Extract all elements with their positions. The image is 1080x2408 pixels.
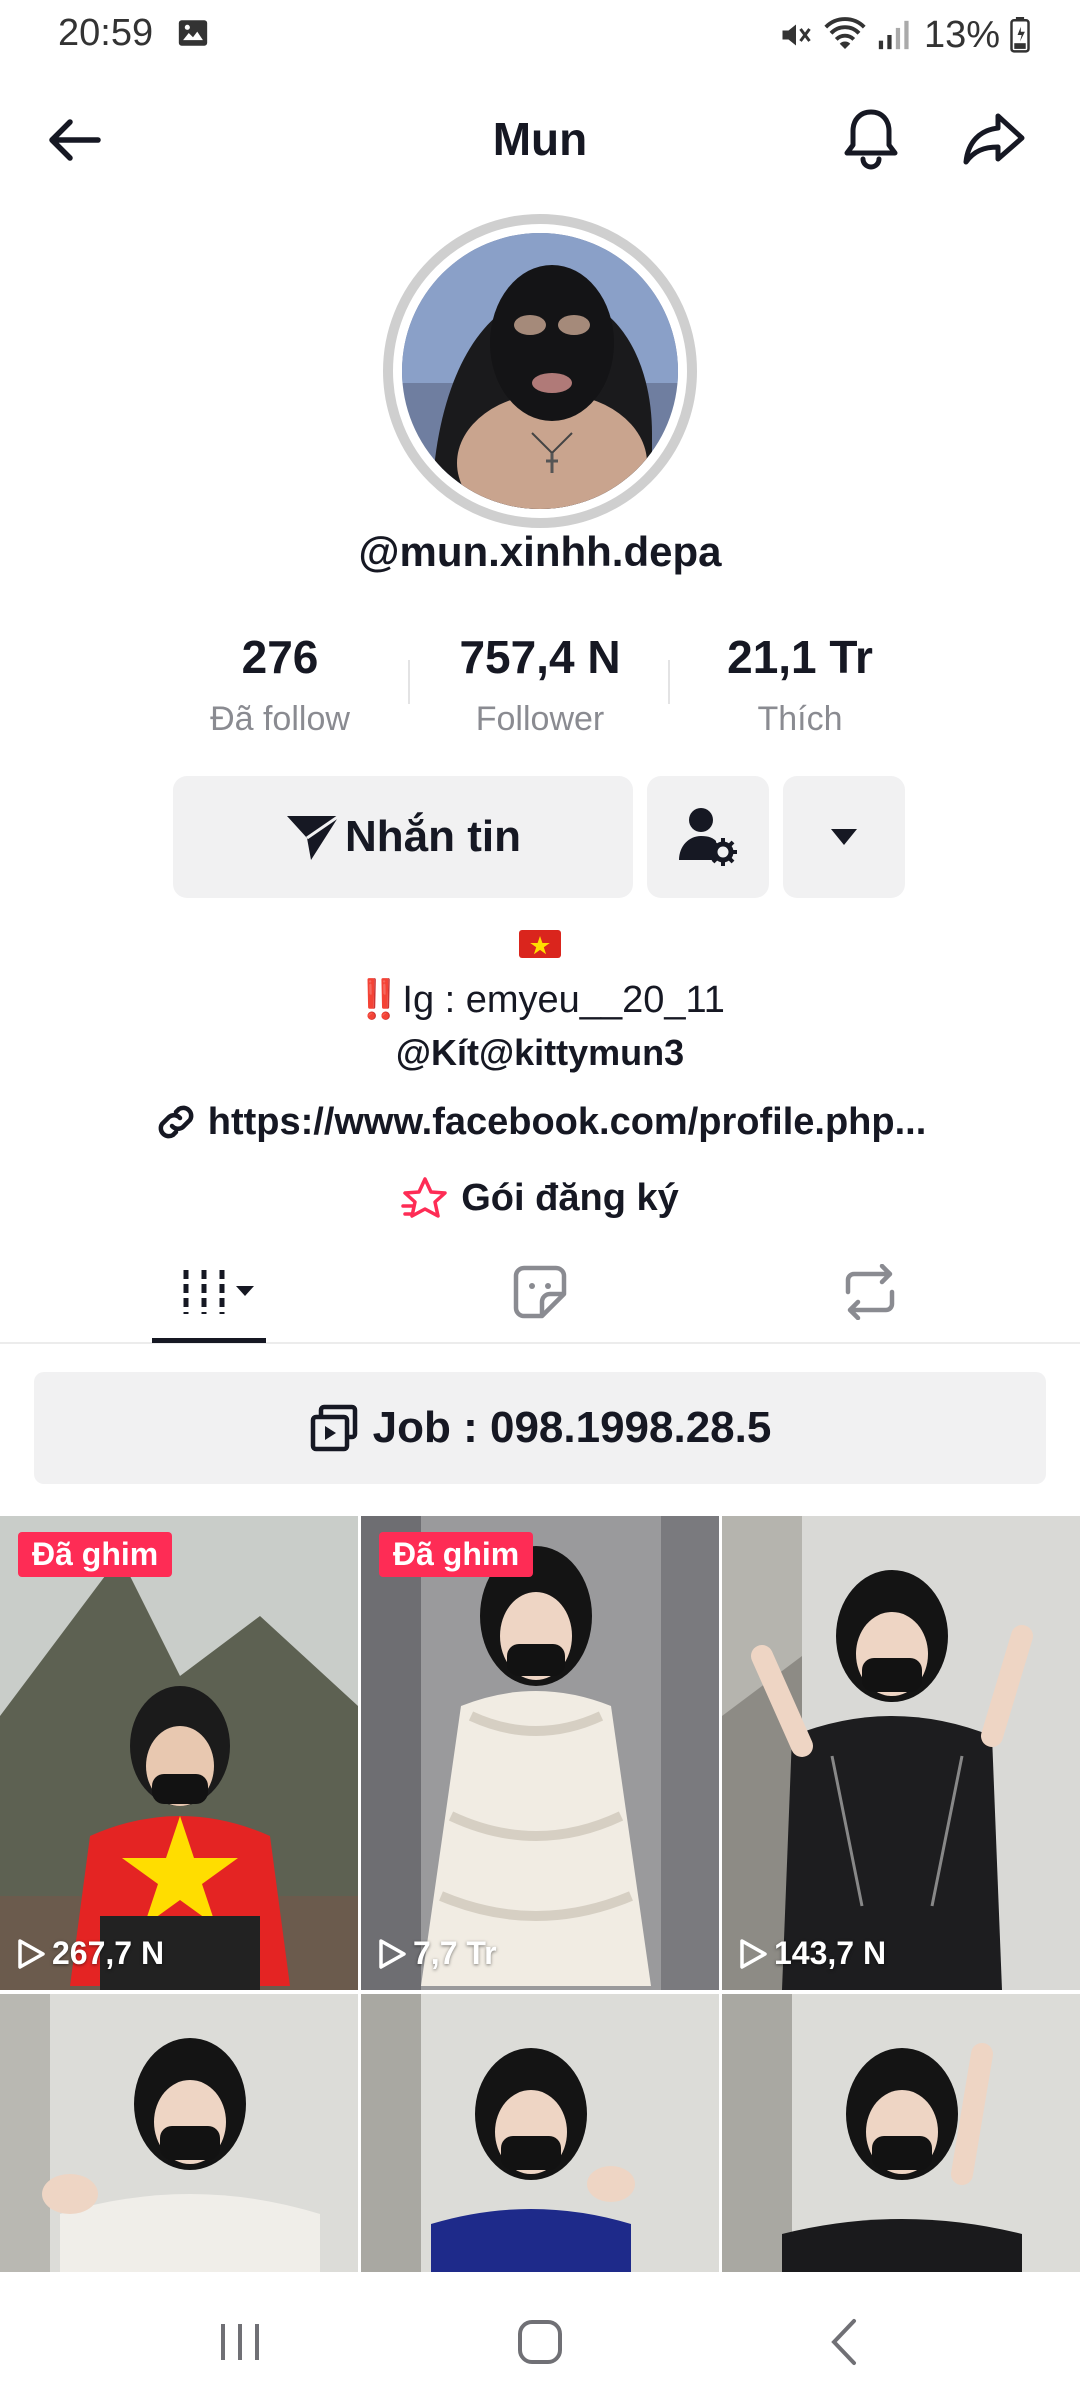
- tab-videos[interactable]: [30, 1240, 390, 1344]
- stat-following[interactable]: 276 Đã follow: [150, 630, 410, 740]
- gallery-icon: [178, 20, 208, 46]
- view-count: 267,7 N: [16, 1935, 164, 1972]
- status-bar: 20:59 13%: [0, 0, 1080, 70]
- stat-following-label: Đã follow: [210, 700, 350, 738]
- recent-apps-icon: [221, 2324, 259, 2360]
- video-thumbnail[interactable]: 143,7 N: [722, 1516, 1080, 1990]
- view-count-text: 7,7 Tr: [413, 1935, 497, 1971]
- play-icon: [18, 1938, 45, 1969]
- profile-link-text: https://www.facebook.com/profile.php...: [207, 1100, 927, 1143]
- view-count-text: 267,7 N: [52, 1935, 165, 1971]
- caret-down-icon: [831, 829, 857, 845]
- playlist-icon: [310, 1404, 357, 1452]
- view-count: 143,7 N: [738, 1935, 886, 1972]
- stat-divider: [408, 660, 410, 704]
- stat-likes[interactable]: 21,1 Tr Thích: [670, 630, 930, 740]
- bio-ig-text: Ig : emyeu__20_11: [402, 979, 725, 1021]
- video-thumbnail[interactable]: Đã ghim 267,7 N: [0, 1516, 358, 1990]
- subscription-label: Gói đăng ký: [461, 1176, 679, 1219]
- recent-apps-button[interactable]: [200, 2312, 280, 2372]
- avatar[interactable]: [402, 233, 678, 509]
- stat-followers-label: Follower: [475, 700, 605, 738]
- bell-icon[interactable]: [836, 104, 906, 174]
- tab-active-indicator: [152, 1338, 266, 1343]
- job-banner-text: Job : 098.1998.28.5: [372, 1403, 772, 1452]
- stat-following-value: 276: [241, 631, 319, 683]
- message-button[interactable]: Nhắn tin: [173, 776, 633, 898]
- battery-icon: [1010, 17, 1030, 53]
- stat-followers-value: 757,4 N: [459, 631, 621, 683]
- job-banner[interactable]: Job : 098.1998.28.5: [34, 1372, 1046, 1484]
- message-label: Nhắn tin: [345, 812, 521, 861]
- pinned-badge: Đã ghim: [379, 1532, 534, 1577]
- pinned-badge: Đã ghim: [18, 1532, 173, 1577]
- stat-likes-value: 21,1 Tr: [727, 631, 873, 683]
- profile-tabs: [0, 1240, 1080, 1344]
- stat-divider: [668, 660, 670, 704]
- bio-instagram: ‼️Ig : emyeu__20_11: [0, 978, 1080, 1022]
- view-count: 7,7 Tr: [377, 1935, 497, 1972]
- status-icons: 13%: [778, 10, 1030, 60]
- mute-icon: [782, 24, 811, 46]
- username: @mun.xinhh.depa: [358, 528, 722, 575]
- video-thumbnail[interactable]: [722, 1994, 1080, 2272]
- profile-header: Mun: [0, 90, 1080, 190]
- wifi-icon: [824, 17, 866, 49]
- system-nav-bar: [0, 2272, 1080, 2408]
- tab-reposts[interactable]: [690, 1240, 1050, 1344]
- system-back-button[interactable]: [804, 2312, 884, 2372]
- more-dropdown-button[interactable]: [783, 776, 905, 898]
- home-icon: [518, 2320, 562, 2364]
- video-thumbnail[interactable]: [361, 1994, 719, 2272]
- subscription-link[interactable]: Gói đăng ký: [0, 1176, 1080, 1220]
- view-count-text: 143,7 N: [774, 1935, 887, 1971]
- share-icon[interactable]: [958, 104, 1030, 174]
- chevron-left-icon: [831, 2319, 856, 2365]
- battery-percent: 13%: [923, 13, 1000, 56]
- star-sparkle-icon: [401, 1177, 447, 1218]
- stat-likes-label: Thích: [757, 700, 843, 738]
- signal-icon: [878, 20, 909, 50]
- link-icon: [158, 1105, 194, 1139]
- double-exclamation-icon: ‼️: [355, 979, 403, 1021]
- tab-liked[interactable]: [360, 1240, 720, 1344]
- play-icon: [379, 1938, 406, 1969]
- profile-stats: 276 Đã follow 757,4 N Follower 21,1 Tr T…: [150, 630, 930, 740]
- play-icon: [740, 1938, 767, 1969]
- bio-mention[interactable]: @Kít@kittymun3: [0, 1032, 1080, 1074]
- user-settings-icon: [679, 808, 737, 866]
- vietnam-flag-icon: [519, 930, 561, 958]
- video-thumbnail[interactable]: Đã ghim 7,7 Tr: [361, 1516, 719, 1990]
- friend-settings-button[interactable]: [647, 776, 769, 898]
- page-title: Mun: [492, 113, 588, 165]
- status-time: 20:59: [58, 12, 154, 54]
- repost-icon: [845, 1264, 895, 1320]
- home-button[interactable]: [500, 2312, 580, 2372]
- liked-sticker-icon: [513, 1265, 567, 1319]
- send-icon: [287, 814, 340, 860]
- stat-followers[interactable]: 757,4 N Follower: [410, 630, 670, 740]
- profile-link[interactable]: https://www.facebook.com/profile.php...: [0, 1100, 1080, 1144]
- videos-grid-icon: [183, 1270, 254, 1314]
- video-thumbnail[interactable]: [0, 1994, 358, 2272]
